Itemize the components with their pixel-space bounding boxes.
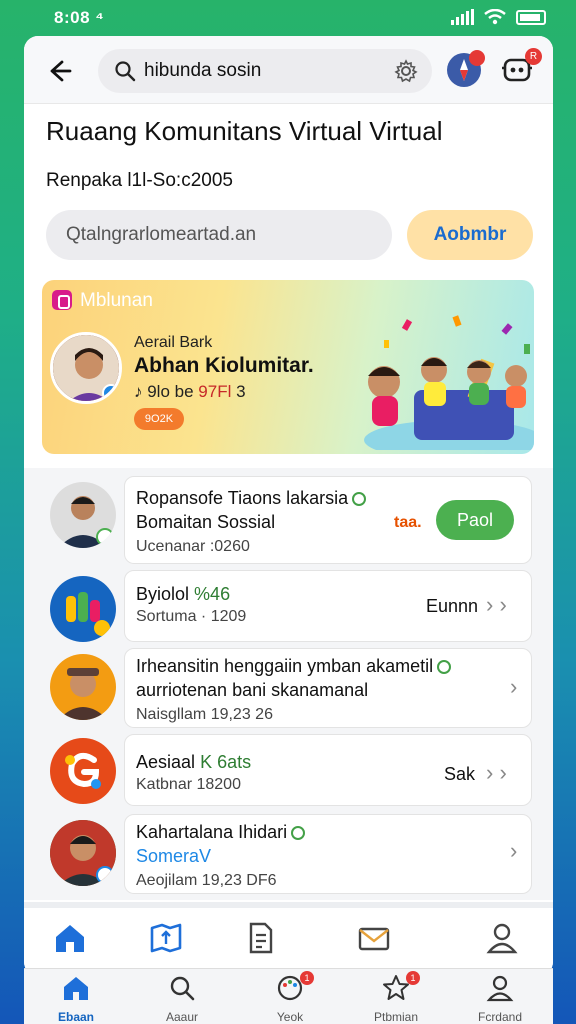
list-item-title-text: Kahartalana Ihidari: [136, 822, 288, 842]
profile-icon[interactable]: [484, 920, 520, 956]
banner-meta-number: 97Fl: [198, 382, 232, 401]
list-item-meta: Ucenanar :0260: [136, 538, 250, 555]
list-item-title-line2: Bomaitan Sossial: [136, 512, 276, 532]
list-item-meta: Naisgllam 19,23 26: [136, 706, 273, 723]
gear-icon[interactable]: [394, 59, 418, 83]
signal-icon: [451, 9, 474, 25]
list-item-title-text: Byiolol: [136, 584, 190, 604]
avatar: [50, 482, 116, 548]
action-toolbar: [24, 902, 553, 976]
assistant-badge: R: [525, 48, 542, 65]
explore-button[interactable]: [447, 50, 485, 87]
page-title: Ruaang Komunitans Virtual Virtual: [46, 116, 443, 146]
avatar: [50, 820, 116, 886]
battery-icon: [516, 9, 546, 25]
assistant-button[interactable]: R: [500, 48, 542, 86]
verified-icon: [96, 866, 114, 884]
home-icon: [64, 977, 88, 1000]
chevron-right-icon[interactable]: ›: [510, 674, 517, 700]
back-arrow-icon[interactable]: [44, 56, 74, 86]
list-item-title-line2: aurriotenan bani skanamanal: [136, 680, 369, 700]
list-item-title-text: Ropansofe Tiaons lakarsia: [136, 488, 349, 508]
list-item-title: Irheansitin henggaiin ymban akametil: [136, 656, 452, 677]
list-item-meta: Aeojilam 19,23 DF6: [136, 872, 277, 889]
celebration-illustration: [364, 315, 534, 450]
community-list: Ropansofe Tiaons lakarsia Bomaitan Sossi…: [24, 468, 553, 900]
chevron-right-icon[interactable]: ›: [510, 838, 517, 864]
app-window: hibunda sosin R Ruaang Komunitans Virtua…: [24, 36, 553, 976]
banner-meta: ♪ 9lo be 97Fl 3: [134, 382, 246, 402]
avatar: [50, 654, 116, 720]
list-item-tag: taa.: [394, 514, 422, 531]
banner-meta-suffix: 3: [236, 382, 246, 401]
nav-item-search[interactable]: Aaaur: [142, 973, 222, 1024]
list-item-title: Kahartalana Ihidari: [136, 822, 306, 843]
verified-icon: [291, 826, 306, 841]
document-icon[interactable]: [242, 920, 278, 956]
comment-input[interactable]: [46, 210, 392, 260]
list-item-action[interactable]: Sak: [444, 764, 475, 785]
list-item-meta: Katbnar 18200: [136, 776, 241, 793]
home-icon[interactable]: [52, 920, 88, 956]
map-icon[interactable]: [148, 920, 184, 956]
profile-icon: [486, 975, 514, 1002]
nav-badge: 1: [406, 971, 420, 985]
list-item-action[interactable]: Eunnn: [426, 596, 478, 617]
nav-item-favorites[interactable]: 1 Ptbmian: [356, 971, 436, 1024]
list-item-title-accent: %46: [194, 584, 231, 604]
nav-label: Ebaan: [57, 1010, 94, 1024]
nav-item-home[interactable]: Ebaan: [36, 973, 116, 1024]
list-item-title-text: Irheansitin henggaiin ymban akametil: [136, 656, 434, 676]
list-item-title-text: Aesiaal: [136, 752, 196, 772]
banner-headline: Abhan Kiolumitar.: [134, 354, 314, 377]
nav-item-palette[interactable]: 1 Yeok: [250, 971, 330, 1024]
page-subtitle: Renpaka l1l-So:c2005: [46, 170, 233, 191]
verified-icon: [437, 660, 452, 675]
top-bar: hibunda sosin R: [24, 36, 553, 104]
list-item-meta: Sortuma · 1209: [136, 608, 247, 625]
chevron-right-icon[interactable]: › ›: [486, 592, 507, 618]
bottom-nav: Ebaan Aaaur 1 Yeok 1 Ptbmian Fcrdand: [24, 968, 553, 1024]
search-icon: [170, 976, 195, 1001]
banner-meta-prefix: ♪ 9lo be: [134, 382, 194, 401]
list-item-title-accent: K 6ats: [200, 752, 252, 772]
banner-eyebrow: Aerail Bark: [134, 334, 213, 351]
mail-icon[interactable]: [356, 920, 392, 956]
nav-label: Aaaur: [165, 1010, 199, 1024]
follow-button[interactable]: Paol: [436, 500, 514, 540]
search-icon: [115, 61, 136, 82]
nav-label: Ptbmian: [373, 1010, 419, 1024]
nav-label: Yeok: [276, 1010, 304, 1024]
verified-icon: [352, 492, 367, 507]
status-time: 8:08 ⁴: [54, 8, 105, 27]
banner-brand: Mblunan: [80, 290, 153, 311]
submit-button[interactable]: Aobmbr: [407, 210, 533, 260]
wifi-icon: [484, 9, 506, 25]
nav-label: Fcrdand: [477, 1010, 523, 1024]
verified-icon: [96, 528, 114, 546]
avatar: [50, 576, 116, 642]
nav-item-profile[interactable]: Fcrdand: [460, 973, 540, 1024]
list-item-title-line2: SomeraV: [136, 846, 212, 866]
chevron-right-icon[interactable]: › ›: [486, 760, 507, 786]
notification-dot: [469, 50, 485, 66]
list-item-title: Byiolol %46: [136, 584, 230, 605]
search-input[interactable]: hibunda sosin: [144, 60, 261, 82]
status-bar: 8:08 ⁴: [0, 0, 576, 36]
list-item-title: Aesiaal K 6ats: [136, 752, 251, 773]
avatar: [50, 332, 122, 404]
featured-banner[interactable]: Mblunan Aerail Bark Abhan Kiolumitar. ♪ …: [42, 280, 534, 454]
brand-icon: [52, 290, 72, 310]
list-item-title: Ropansofe Tiaons lakarsia: [136, 488, 367, 509]
status-icons: [451, 9, 546, 25]
search-bar[interactable]: hibunda sosin: [98, 49, 432, 93]
nav-badge: 1: [300, 971, 314, 985]
avatar: [50, 738, 116, 804]
banner-chip[interactable]: 9O2K: [134, 408, 184, 430]
